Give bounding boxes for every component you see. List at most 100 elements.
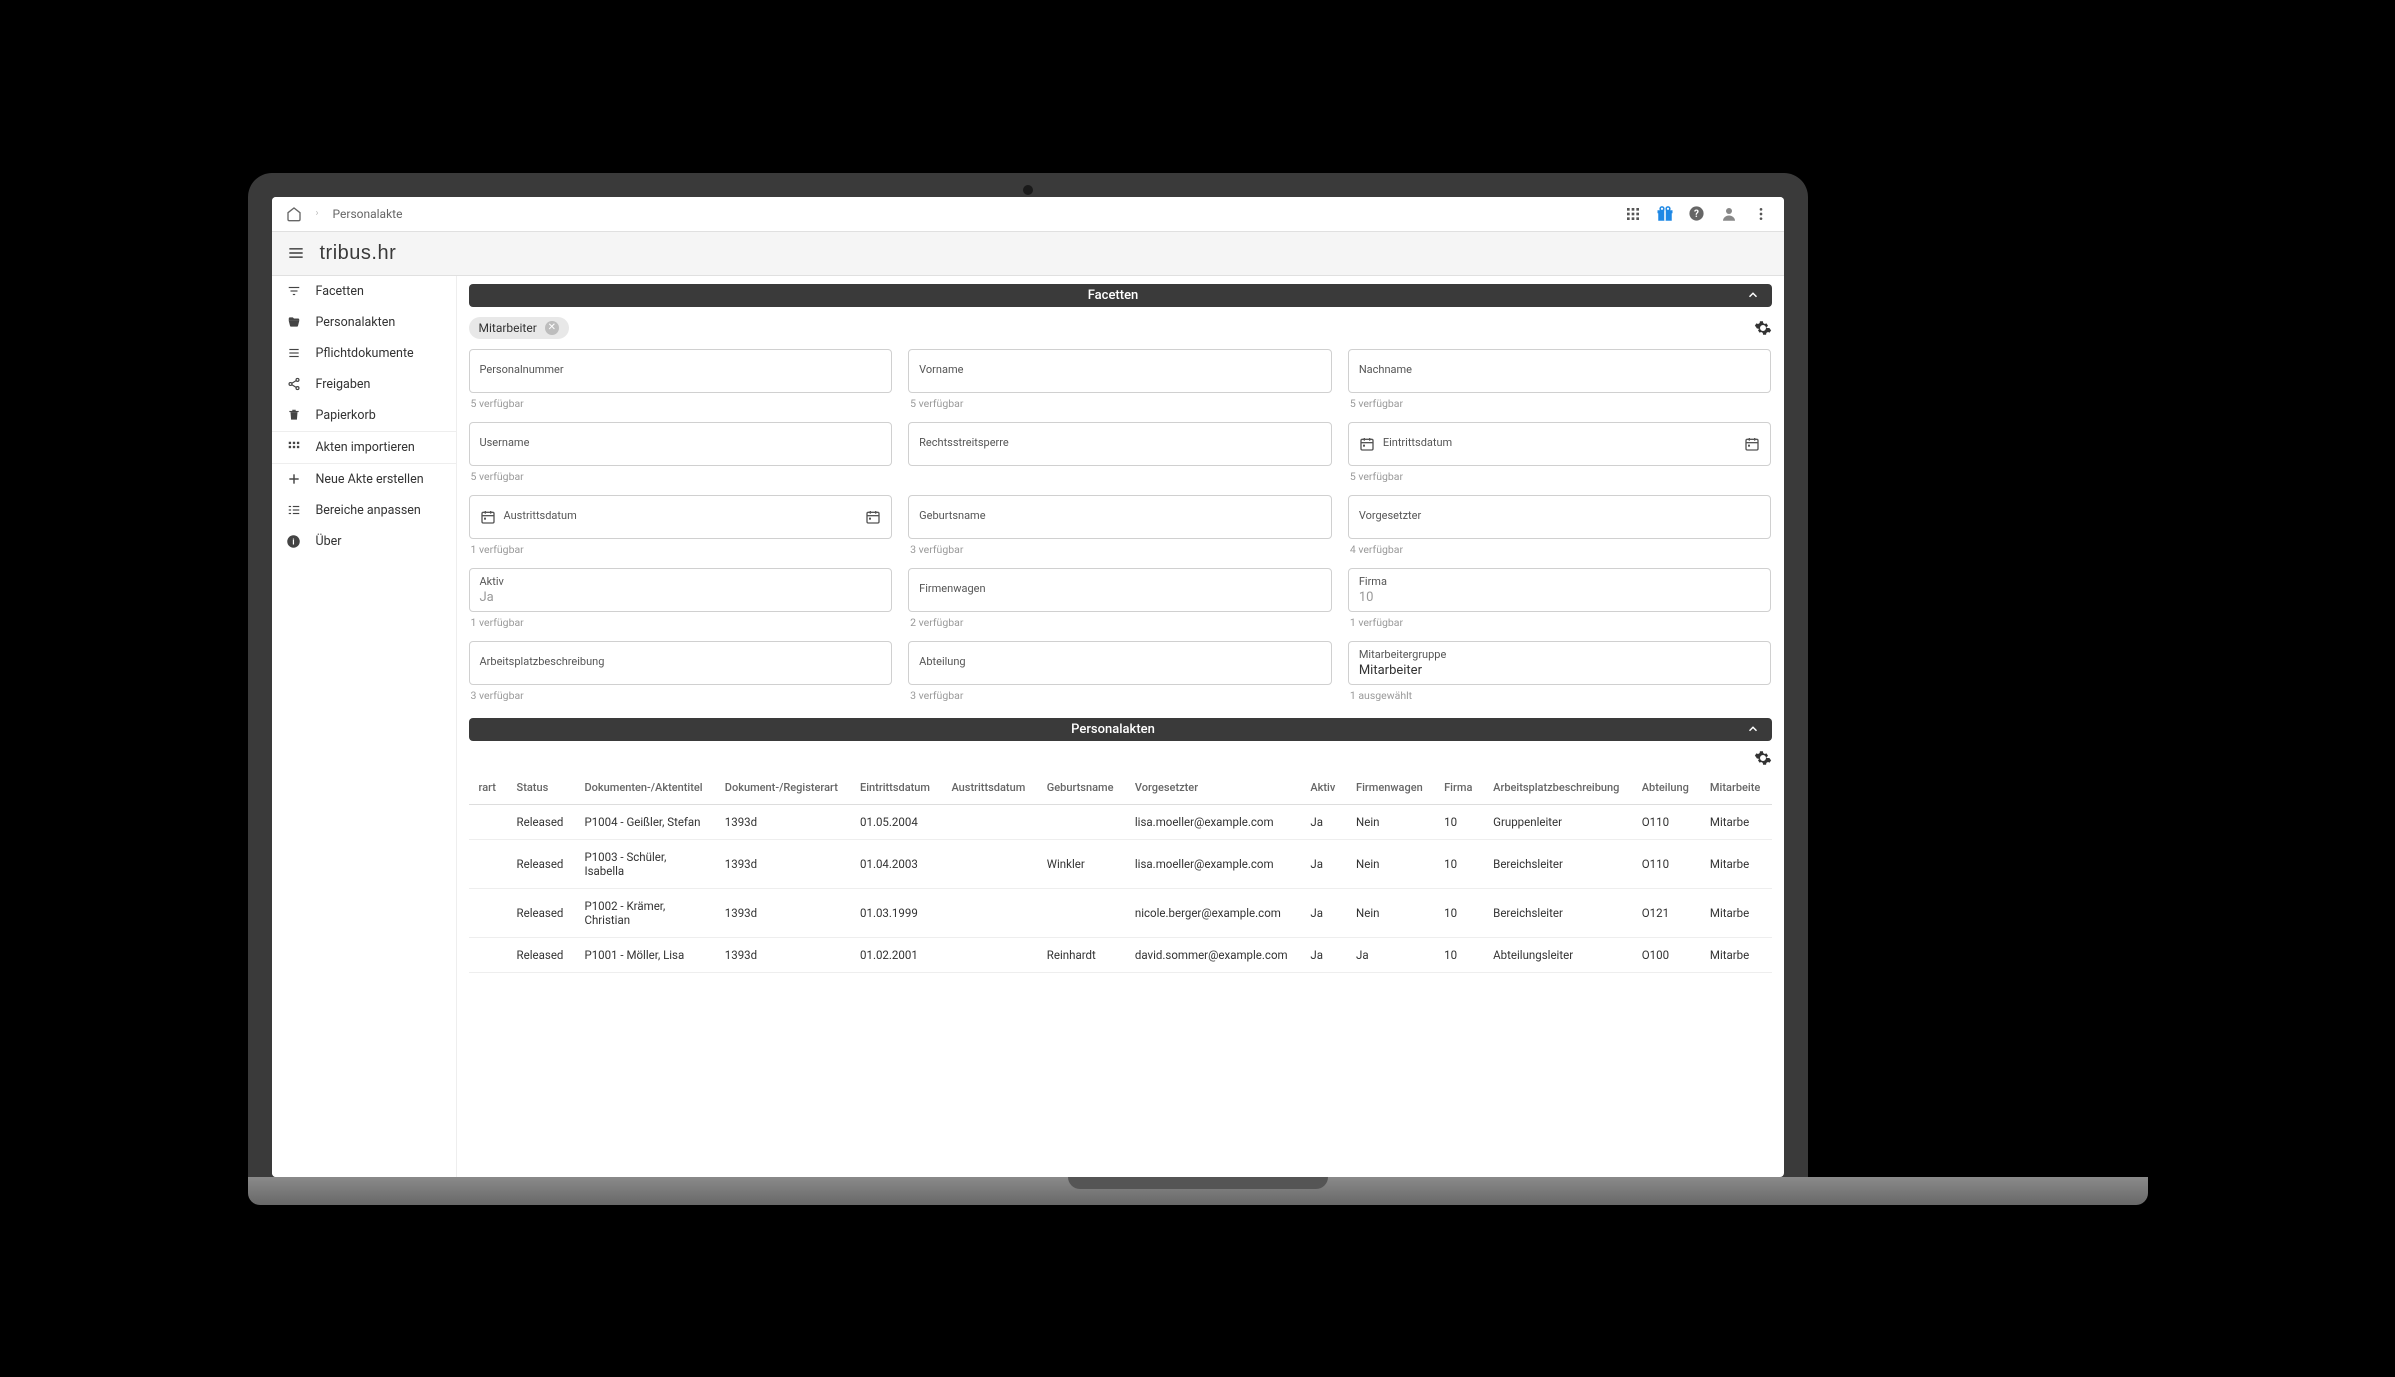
sidebar: Facetten Personalakten Pflichtdokumente … xyxy=(272,276,457,1177)
table-header[interactable]: Arbeitsplatzbeschreibung xyxy=(1483,771,1632,805)
subheader: tribus.hr xyxy=(272,232,1784,276)
table-cell: Ja xyxy=(1300,888,1346,937)
personalakten-section-header[interactable]: Personalakten xyxy=(469,718,1772,741)
table-header[interactable]: Firmenwagen xyxy=(1346,771,1434,805)
logo: tribus.hr xyxy=(320,242,397,265)
breadcrumb-page[interactable]: Personalakte xyxy=(333,207,403,221)
facet-input[interactable]: Geburtsname xyxy=(908,495,1332,539)
help-icon[interactable]: ? xyxy=(1688,205,1706,223)
apps-grid-icon[interactable] xyxy=(1624,205,1642,223)
home-icon[interactable] xyxy=(286,206,302,222)
table-cell: Reinhardt xyxy=(1037,937,1125,972)
table-settings-icon[interactable] xyxy=(1754,749,1772,767)
calendar-picker-icon[interactable] xyxy=(865,509,881,525)
table-cell: lisa.moeller@example.com xyxy=(1125,839,1300,888)
calendar-picker-icon[interactable] xyxy=(1744,436,1760,452)
sidebar-item-neue-akte[interactable]: Neue Akte erstellen xyxy=(272,464,456,495)
more-icon[interactable] xyxy=(1752,205,1770,223)
facetten-section-header[interactable]: Facetten xyxy=(469,284,1772,307)
table-cell: Ja xyxy=(1300,839,1346,888)
field-hint: 5 verfügbar xyxy=(908,393,1332,410)
chevron-up-icon[interactable] xyxy=(1746,288,1760,302)
table-row[interactable]: ReleasedP1003 - Schüler, Isabella1393d01… xyxy=(469,839,1772,888)
sidebar-item-pflichtdokumente[interactable]: Pflichtdokumente xyxy=(272,338,456,369)
filter-chip-mitarbeiter[interactable]: Mitarbeiter ✕ xyxy=(469,317,569,339)
table-cell: 1393d xyxy=(715,937,850,972)
facet-field: Vorname5 verfügbar xyxy=(908,349,1332,410)
table-cell: Nein xyxy=(1346,888,1434,937)
field-hint: 1 verfügbar xyxy=(469,612,893,629)
chevron-up-icon[interactable] xyxy=(1746,722,1760,736)
table-header[interactable]: Eintrittsdatum xyxy=(850,771,941,805)
table-header[interactable]: Firma xyxy=(1434,771,1483,805)
table-cell: Abteilungsleiter xyxy=(1483,937,1632,972)
table-header[interactable]: Mitarbeite xyxy=(1700,771,1772,805)
user-icon[interactable] xyxy=(1720,205,1738,223)
facet-input[interactable]: Austrittsdatum xyxy=(469,495,893,539)
table-cell xyxy=(469,804,507,839)
table-cell: Mitarbe xyxy=(1700,937,1772,972)
facet-field: Abteilung3 verfügbar xyxy=(908,641,1332,702)
sidebar-item-akten-importieren[interactable]: Akten importieren xyxy=(272,431,456,464)
table-header[interactable]: Aktiv xyxy=(1300,771,1346,805)
table-cell: Bereichsleiter xyxy=(1483,839,1632,888)
sidebar-item-facetten[interactable]: Facetten xyxy=(272,276,456,307)
table-cell: Mitarbe xyxy=(1700,888,1772,937)
sidebar-item-papierkorb[interactable]: Papierkorb xyxy=(272,400,456,431)
facet-input[interactable]: MitarbeitergruppeMitarbeiter xyxy=(1348,641,1772,685)
table-cell: O121 xyxy=(1632,888,1700,937)
table-header[interactable]: Dokumenten-/Aktentitel xyxy=(574,771,714,805)
sidebar-item-personalakten[interactable]: Personalakten xyxy=(272,307,456,338)
facet-input[interactable]: Eintrittsdatum xyxy=(1348,422,1772,466)
facet-input[interactable]: Firmenwagen xyxy=(908,568,1332,612)
facet-input[interactable]: Nachname xyxy=(1348,349,1772,393)
facet-field: Austrittsdatum1 verfügbar xyxy=(469,495,893,556)
field-hint: 1 ausgewählt xyxy=(1348,685,1772,702)
table-header[interactable]: Dokument-/Registerart xyxy=(715,771,850,805)
filter-icon xyxy=(286,284,302,298)
table-cell: 10 xyxy=(1434,888,1483,937)
facet-settings-icon[interactable] xyxy=(1754,319,1772,337)
table-header[interactable]: Abteilung xyxy=(1632,771,1700,805)
table-header[interactable]: Status xyxy=(507,771,575,805)
facet-input[interactable]: Username xyxy=(469,422,893,466)
facet-input[interactable]: Rechtsstreitsperre xyxy=(908,422,1332,466)
field-hint: 1 verfügbar xyxy=(469,539,893,556)
sidebar-item-ueber[interactable]: i Über xyxy=(272,526,456,557)
menu-icon[interactable] xyxy=(286,243,306,263)
facet-input[interactable]: Vorgesetzter xyxy=(1348,495,1772,539)
field-hint: 3 verfügbar xyxy=(908,539,1332,556)
sidebar-item-bereiche[interactable]: Bereiche anpassen xyxy=(272,495,456,526)
field-hint: 2 verfügbar xyxy=(908,612,1332,629)
share-icon xyxy=(286,377,302,391)
facet-input[interactable]: Personalnummer xyxy=(469,349,893,393)
calendar-icon xyxy=(480,509,496,525)
table-header[interactable]: Austrittsdatum xyxy=(941,771,1036,805)
sidebar-item-label: Pflichtdokumente xyxy=(316,346,414,361)
table-cell: Released xyxy=(507,839,575,888)
table-cell: Ja xyxy=(1300,804,1346,839)
table-row[interactable]: ReleasedP1002 - Krämer, Christian1393d01… xyxy=(469,888,1772,937)
table-cell xyxy=(1037,888,1125,937)
table-cell: Ja xyxy=(1346,937,1434,972)
chip-remove-icon[interactable]: ✕ xyxy=(545,321,559,335)
gift-icon[interactable] xyxy=(1656,205,1674,223)
table-header[interactable]: Vorgesetzter xyxy=(1125,771,1300,805)
facet-field: Username5 verfügbar xyxy=(469,422,893,483)
facet-input[interactable]: Abteilung xyxy=(908,641,1332,685)
facet-input[interactable]: AktivJa xyxy=(469,568,893,612)
table-header[interactable]: Geburtsname xyxy=(1037,771,1125,805)
table-row[interactable]: ReleasedP1001 - Möller, Lisa1393d01.02.2… xyxy=(469,937,1772,972)
sidebar-item-freigaben[interactable]: Freigaben xyxy=(272,369,456,400)
facet-input[interactable]: Arbeitsplatzbeschreibung xyxy=(469,641,893,685)
sidebar-item-label: Freigaben xyxy=(316,377,371,392)
table-row[interactable]: ReleasedP1004 - Geißler, Stefan1393d01.0… xyxy=(469,804,1772,839)
table-cell: 01.03.1999 xyxy=(850,888,941,937)
table-cell: P1002 - Krämer, Christian xyxy=(574,888,714,937)
table-header[interactable]: rart xyxy=(469,771,507,805)
facet-field: Geburtsname3 verfügbar xyxy=(908,495,1332,556)
section-title: Facetten xyxy=(481,288,1746,303)
facet-input[interactable]: Vorname xyxy=(908,349,1332,393)
facet-input[interactable]: Firma10 xyxy=(1348,568,1772,612)
table-cell: O110 xyxy=(1632,804,1700,839)
